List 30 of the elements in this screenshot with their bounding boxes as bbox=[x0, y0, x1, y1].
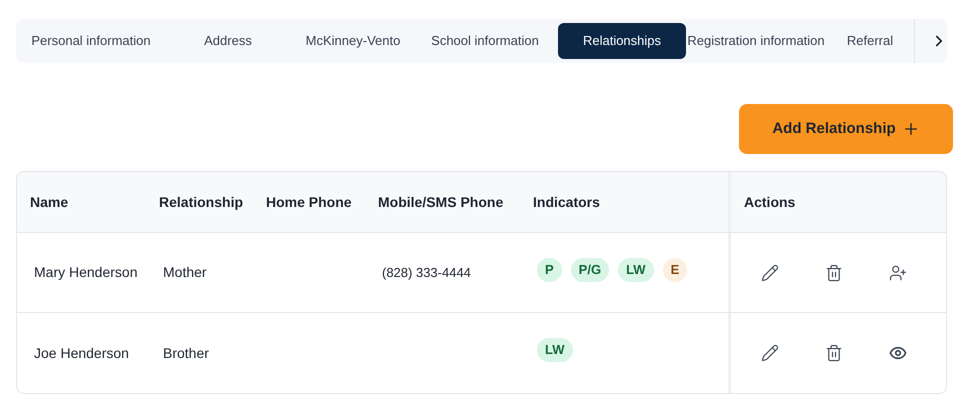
edit-icon[interactable] bbox=[761, 344, 779, 362]
indicator-tag: E bbox=[662, 258, 688, 282]
tab[interactable]: School information bbox=[412, 23, 558, 59]
indicator-tag: P bbox=[537, 258, 562, 282]
add-relationship-button[interactable]: Add Relationship bbox=[739, 104, 953, 154]
tab[interactable]: Relationships bbox=[558, 23, 686, 59]
tab[interactable]: Registration information bbox=[686, 23, 826, 59]
tab[interactable]: Address bbox=[162, 23, 294, 59]
trash-icon[interactable] bbox=[825, 264, 843, 282]
indicator-tag: LW bbox=[618, 258, 654, 282]
trash-icon[interactable] bbox=[825, 344, 843, 362]
tab[interactable]: Referral bbox=[826, 23, 914, 59]
tab[interactable]: Personal information bbox=[20, 23, 162, 59]
column-header: Relationship bbox=[159, 192, 244, 212]
column-header: Actions bbox=[744, 192, 796, 212]
table-cell-text: Mary Henderson bbox=[34, 263, 138, 282]
table-cell-text: Mother bbox=[163, 263, 207, 282]
table-cell-text: Joe Henderson bbox=[34, 344, 129, 362]
tab[interactable]: McKinney-Vento bbox=[294, 23, 412, 59]
column-header: Home Phone bbox=[266, 192, 352, 212]
edit-icon[interactable] bbox=[761, 264, 779, 282]
indicator-tag: LW bbox=[537, 338, 572, 362]
indicator-tag: P/G bbox=[570, 258, 610, 282]
eye-icon[interactable] bbox=[889, 344, 907, 362]
column-header: Indicators bbox=[533, 192, 600, 212]
table-cell-text: (828) 333-4444 bbox=[382, 264, 471, 282]
column-header: Name bbox=[30, 192, 68, 212]
add-user-icon[interactable] bbox=[889, 264, 907, 282]
table-cell-text: Brother bbox=[163, 344, 209, 362]
column-header: Mobile/SMS Phone bbox=[378, 192, 504, 212]
